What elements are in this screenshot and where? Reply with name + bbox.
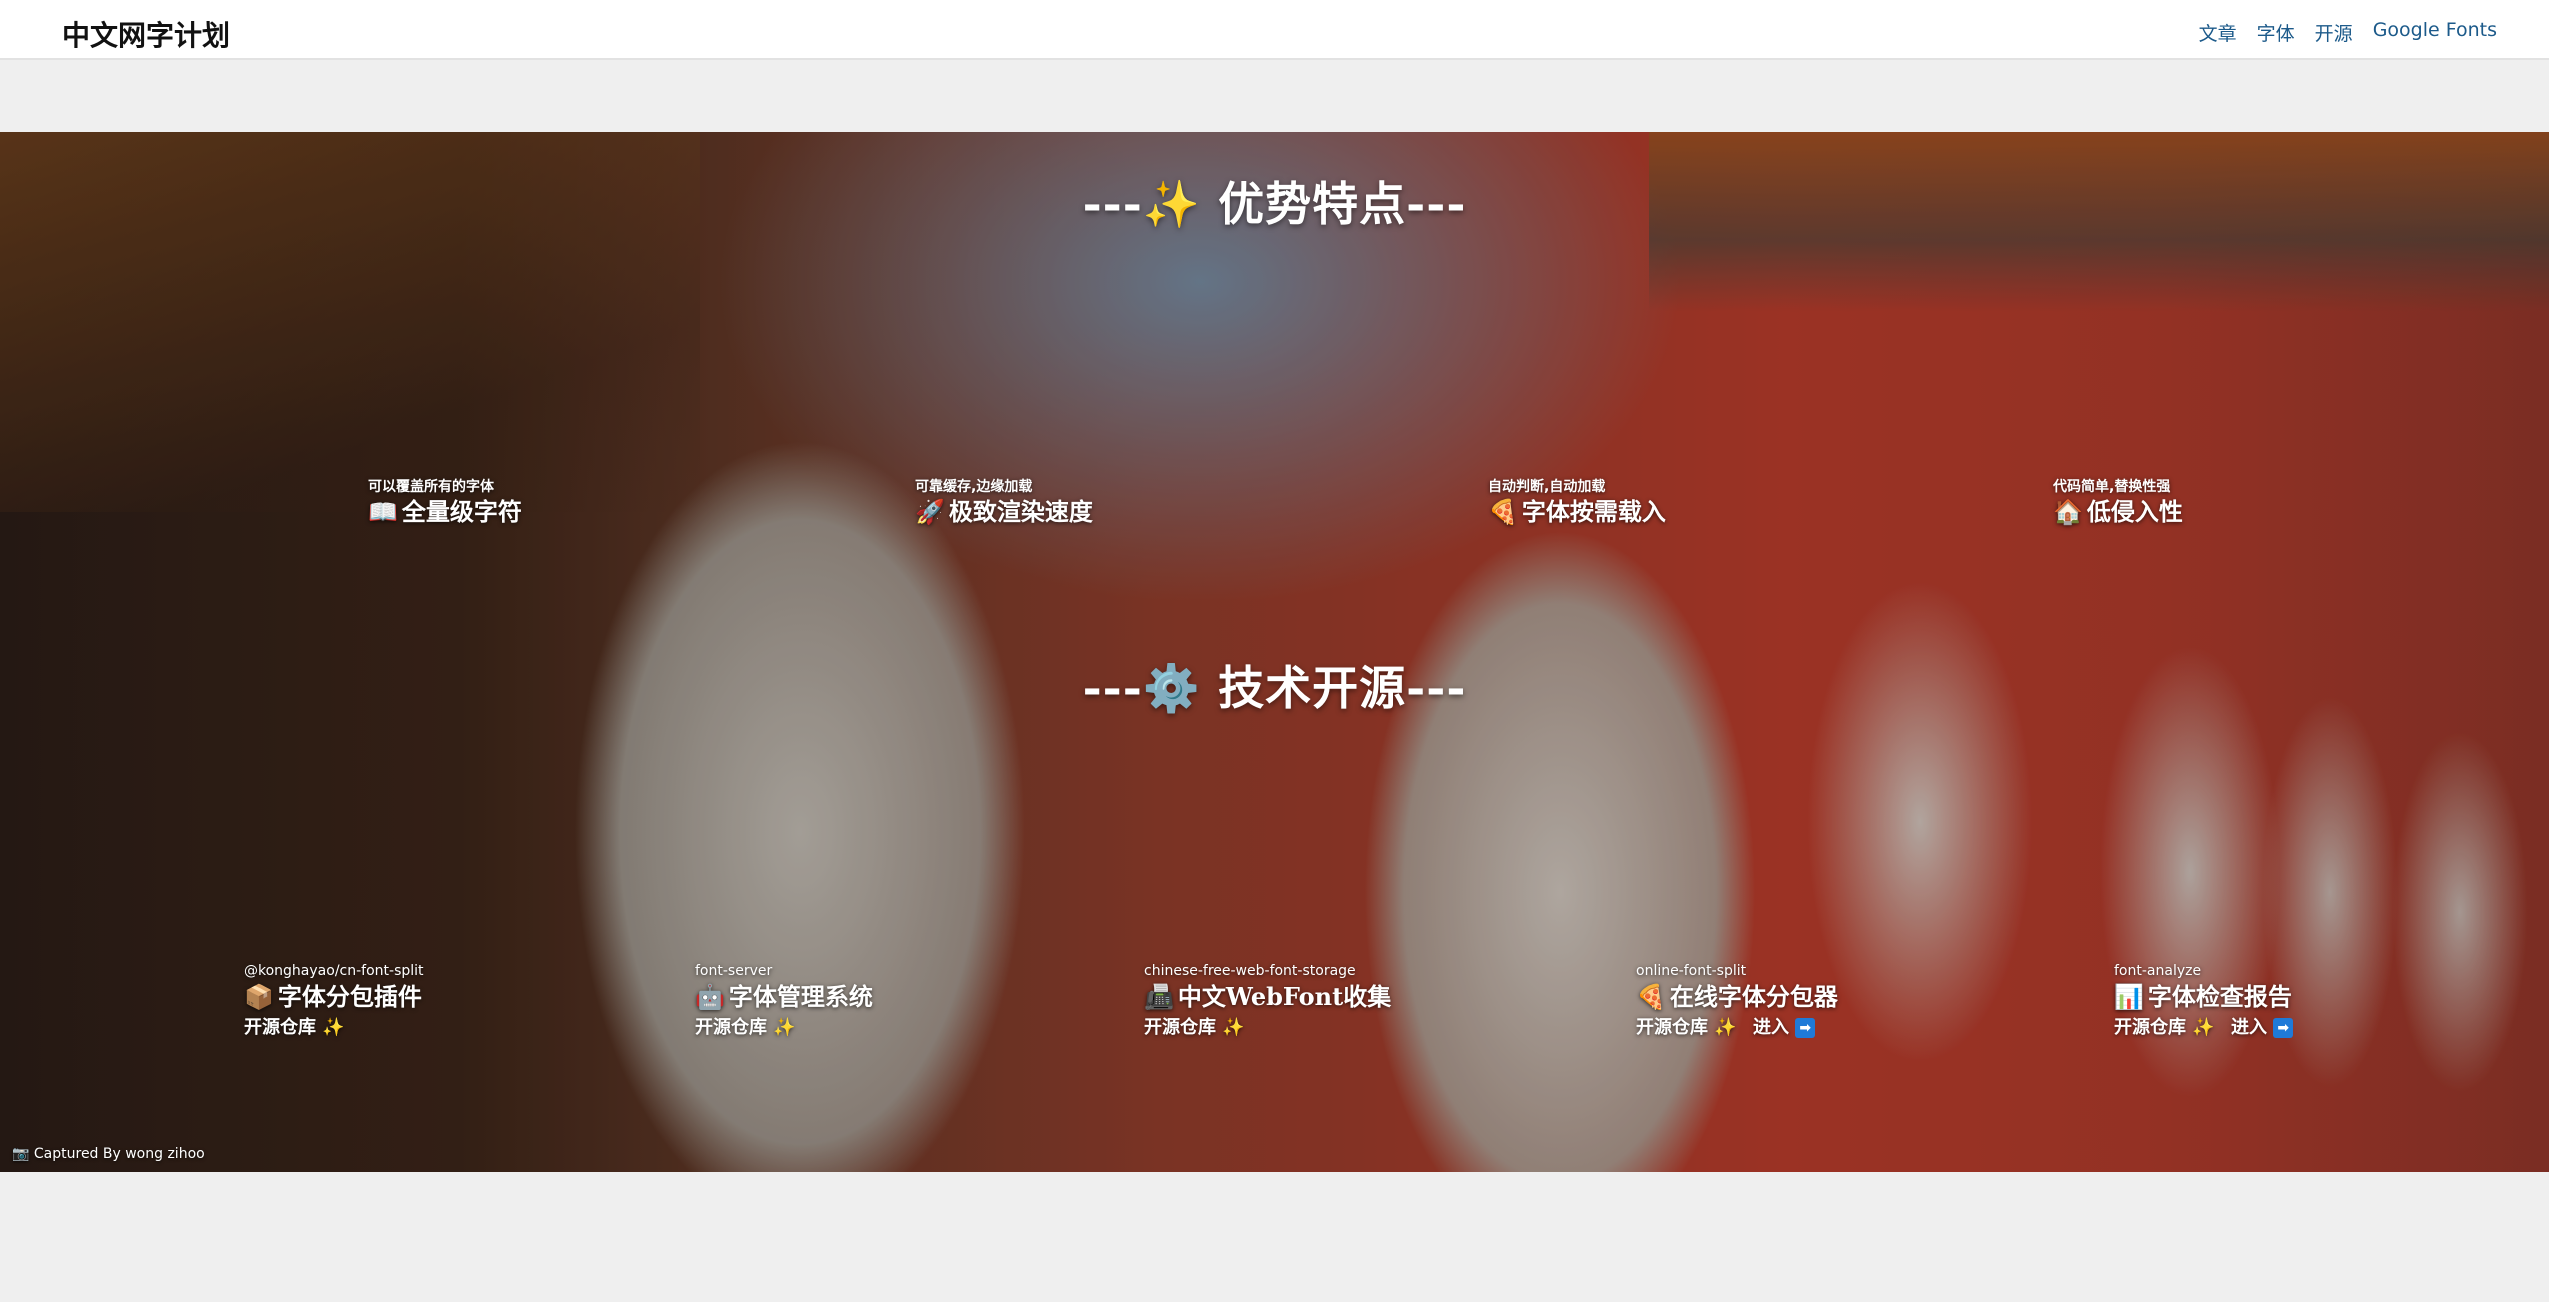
sparkles-icon: ✨: [322, 1017, 345, 1038]
repo-link[interactable]: 开源仓库 ✨: [2114, 1017, 2215, 1038]
repo-link[interactable]: 开源仓库 ✨: [244, 1017, 345, 1038]
main-nav: 文章 字体 开源 Google Fonts: [2199, 19, 2497, 46]
camera-icon: 📷: [12, 1146, 30, 1162]
project-links: 开源仓库 ✨: [244, 1014, 424, 1042]
project-package-name: online-font-split: [1636, 963, 1747, 979]
project-links: 开源仓库 ✨ 进入 ➡: [1636, 1014, 1838, 1042]
project-package-name: @konghayao/cn-font-split: [244, 963, 424, 979]
project-title: 📊 字体检查报告: [2114, 980, 2303, 1014]
advantages-heading: ---✨ 优势特点---: [1082, 177, 1467, 231]
project-links: 开源仓库 ✨ 进入 ➡: [2114, 1014, 2303, 1042]
site-brand-link[interactable]: 中文网字计划: [62, 14, 230, 54]
feature-subtitle: 可靠缓存,边缘加载: [915, 479, 1033, 495]
feature-full-charset: 可以覆盖所有的字体 📖 全量级字符: [368, 478, 522, 528]
opensource-heading: ---⚙️ 技术开源---: [1082, 661, 1467, 715]
nav-link-fonts[interactable]: 字体: [2257, 19, 2295, 46]
package-icon: 📦: [244, 982, 274, 1011]
hero-section: ---✨ 优势特点--- 可以覆盖所有的字体 📖 全量级字符 可靠缓存,边缘加载 …: [0, 132, 2549, 1172]
repo-link[interactable]: 开源仓库 ✨: [1636, 1017, 1737, 1038]
fax-icon: 📠: [1144, 982, 1174, 1011]
nav-link-opensource[interactable]: 开源: [2315, 19, 2353, 46]
project-links: 开源仓库 ✨: [1144, 1014, 1391, 1042]
photo-credit-text: Captured By wong zihoo: [33, 1146, 205, 1162]
project-cn-font-split: @konghayao/cn-font-split 📦 字体分包插件 开源仓库 ✨: [244, 962, 424, 1042]
pizza-icon: 🍕: [1488, 497, 1518, 526]
feature-title: 📖 全量级字符: [368, 496, 522, 528]
enter-link[interactable]: 进入 ➡: [1752, 1017, 1816, 1038]
feature-title: 🍕 字体按需载入: [1488, 496, 1666, 528]
arrow-right-icon: ➡: [1795, 1018, 1816, 1038]
feature-on-demand: 自动判断,自动加载 🍕 字体按需载入: [1488, 478, 1666, 528]
project-font-server: font-server 🤖 字体管理系统 开源仓库 ✨: [695, 962, 873, 1042]
sparkles-icon: ✨: [773, 1017, 796, 1038]
feature-title-text: 极致渲染速度: [948, 497, 1093, 526]
feature-render-speed: 可靠缓存,边缘加载 🚀 极致渲染速度: [915, 478, 1093, 528]
photo-credit: 📷 Captured By wong zihoo: [12, 1146, 205, 1162]
project-title-text: 字体管理系统: [728, 982, 873, 1011]
feature-title-text: 字体按需载入: [1521, 497, 1666, 526]
project-title: 📠 中文WebFont收集: [1144, 980, 1391, 1014]
repo-link-label: 开源仓库: [1636, 1017, 1708, 1038]
project-package-name: font-server: [695, 963, 773, 979]
project-title: 🤖 字体管理系统: [695, 980, 873, 1014]
enter-link-label: 进入: [1752, 1017, 1789, 1038]
sparkles-icon: ✨: [1222, 1017, 1245, 1038]
project-title-text: 字体分包插件: [277, 982, 422, 1011]
feature-low-intrusion: 代码简单,替换性强 🏠 低侵入性: [2053, 478, 2183, 528]
enter-link[interactable]: 进入 ➡: [2230, 1017, 2294, 1038]
project-title: 🍕 在线字体分包器: [1636, 980, 1838, 1014]
project-package-name: chinese-free-web-font-storage: [1144, 963, 1356, 979]
project-links: 开源仓库 ✨: [695, 1014, 873, 1042]
nav-link-articles[interactable]: 文章: [2199, 19, 2237, 46]
project-package-name: font-analyze: [2114, 963, 2202, 979]
feature-subtitle: 自动判断,自动加载: [1488, 479, 1606, 495]
feature-title-text: 低侵入性: [2086, 497, 2183, 526]
robot-icon: 🤖: [695, 982, 725, 1011]
feature-title: 🚀 极致渲染速度: [915, 496, 1093, 528]
repo-link-label: 开源仓库: [1144, 1017, 1216, 1038]
rocket-icon: 🚀: [915, 497, 945, 526]
feature-title-text: 全量级字符: [401, 497, 522, 526]
repo-link-label: 开源仓库: [2114, 1017, 2186, 1038]
top-navigation-bar: 中文网字计划 文章 字体 开源 Google Fonts: [0, 0, 2549, 60]
project-online-font-split: online-font-split 🍕 在线字体分包器 开源仓库 ✨ 进入 ➡: [1636, 962, 1838, 1042]
repo-link-label: 开源仓库: [695, 1017, 767, 1038]
feature-subtitle: 代码简单,替换性强: [2053, 479, 2171, 495]
project-title-text: 在线字体分包器: [1669, 982, 1838, 1011]
project-title-text: 字体检查报告: [2147, 982, 2292, 1011]
house-icon: 🏠: [2053, 497, 2083, 526]
repo-link[interactable]: 开源仓库 ✨: [1144, 1017, 1245, 1038]
project-font-analyze: font-analyze 📊 字体检查报告 开源仓库 ✨ 进入 ➡: [2114, 962, 2303, 1042]
bar-chart-icon: 📊: [2114, 982, 2144, 1011]
project-title-text: 中文WebFont收集: [1177, 982, 1392, 1011]
pizza-icon: 🍕: [1636, 982, 1666, 1011]
repo-link[interactable]: 开源仓库 ✨: [695, 1017, 796, 1038]
feature-subtitle: 可以覆盖所有的字体: [368, 479, 494, 495]
project-webfont-storage: chinese-free-web-font-storage 📠 中文WebFont…: [1144, 962, 1391, 1042]
sparkles-icon: ✨: [1714, 1017, 1737, 1038]
nav-link-google-fonts[interactable]: Google Fonts: [2373, 19, 2497, 46]
arrow-right-icon: ➡: [2273, 1018, 2294, 1038]
feature-title: 🏠 低侵入性: [2053, 496, 2183, 528]
enter-link-label: 进入: [2230, 1017, 2267, 1038]
project-title: 📦 字体分包插件: [244, 980, 424, 1014]
sparkles-icon: ✨: [2192, 1017, 2215, 1038]
book-icon: 📖: [368, 497, 398, 526]
repo-link-label: 开源仓库: [244, 1017, 316, 1038]
